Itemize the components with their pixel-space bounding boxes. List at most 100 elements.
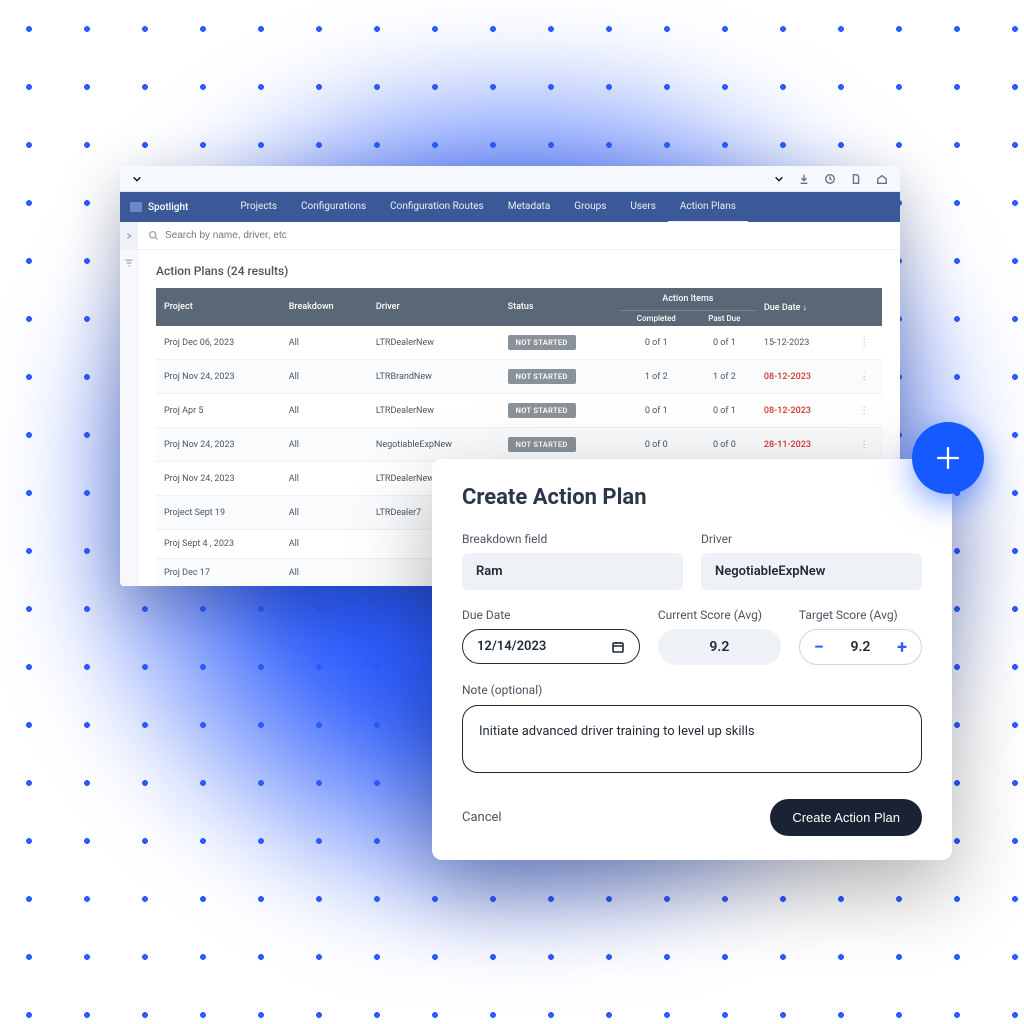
table-row[interactable]: Proj Nov 24, 2023AllLTRBrandNewNOT START…: [156, 360, 882, 394]
cell-breakdown: All: [281, 428, 368, 462]
cell-project: Proj Dec 17: [156, 559, 281, 587]
cell-completed: 0 of 1: [620, 326, 693, 360]
col-status[interactable]: Status: [500, 288, 620, 326]
row-menu-icon[interactable]: ⋮: [846, 394, 882, 428]
download-icon[interactable]: [798, 173, 810, 185]
driver-value: NegotiableExpNew: [701, 553, 922, 590]
nav-groups[interactable]: Groups: [562, 192, 618, 223]
breakdown-value: Ram: [462, 553, 683, 590]
nav-metadata[interactable]: Metadata: [496, 192, 563, 223]
left-gutter: [120, 250, 138, 586]
cell-driver: NegotiableExpNew: [368, 428, 500, 462]
create-fab[interactable]: [912, 422, 984, 494]
col-past-due[interactable]: Past Due: [693, 311, 756, 327]
cell-project: Proj Nov 24, 2023: [156, 360, 281, 394]
create-action-plan-dialog: Create Action Plan Breakdown field Ram D…: [432, 459, 952, 860]
nav-users[interactable]: Users: [618, 192, 668, 223]
cell-due-date: 15-12-2023: [756, 326, 846, 360]
cell-project: Proj Apr 5: [156, 394, 281, 428]
col-action-items: Action Items: [620, 288, 756, 311]
cell-project: Proj Sept 4 , 2023: [156, 530, 281, 559]
cell-breakdown: All: [281, 394, 368, 428]
nav-config-routes[interactable]: Configuration Routes: [378, 192, 496, 223]
window-topbar: [120, 166, 900, 192]
note-input[interactable]: Initiate advanced driver training to lev…: [462, 705, 922, 773]
cell-project: Project Sept 19: [156, 496, 281, 530]
note-label: Note (optional): [462, 683, 922, 697]
cell-breakdown: All: [281, 496, 368, 530]
home-icon[interactable]: [876, 173, 888, 185]
current-score-label: Current Score (Avg): [658, 608, 781, 622]
brand-logo-icon: [130, 202, 142, 212]
search-wrap: [138, 230, 900, 241]
table-row[interactable]: Proj Dec 06, 2023AllLTRDealerNewNOT STAR…: [156, 326, 882, 360]
cell-past-due: 0 of 0: [693, 428, 756, 462]
chevron-down-icon[interactable]: [132, 174, 142, 184]
target-score-stepper[interactable]: − 9.2 +: [799, 629, 922, 665]
cell-status: NOT STARTED: [500, 326, 620, 360]
submit-button[interactable]: Create Action Plan: [770, 799, 922, 836]
driver-label: Driver: [701, 532, 922, 546]
cell-breakdown: All: [281, 462, 368, 496]
main-nav: Spotlight Projects Configurations Config…: [120, 192, 900, 222]
calendar-icon: [611, 640, 625, 654]
nav-configurations[interactable]: Configurations: [289, 192, 378, 223]
target-score-value: 9.2: [850, 639, 870, 655]
cell-past-due: 0 of 1: [693, 326, 756, 360]
document-icon[interactable]: [850, 173, 862, 185]
col-driver[interactable]: Driver: [368, 288, 500, 326]
cell-project: Proj Dec 06, 2023: [156, 326, 281, 360]
cell-breakdown: All: [281, 360, 368, 394]
cell-completed: 1 of 2: [620, 360, 693, 394]
duedate-value: 12/14/2023: [477, 639, 546, 654]
chevron-down-icon[interactable]: [774, 174, 784, 184]
row-menu-icon[interactable]: ⋮: [846, 428, 882, 462]
cancel-button[interactable]: Cancel: [462, 810, 502, 825]
toolbar: [120, 222, 900, 250]
stepper-minus[interactable]: −: [810, 638, 828, 656]
search-input[interactable]: [165, 230, 890, 241]
table-row[interactable]: Proj Apr 5AllLTRDealerNewNOT STARTED0 of…: [156, 394, 882, 428]
col-completed[interactable]: Completed: [620, 311, 693, 327]
cell-driver: LTRDealerNew: [368, 326, 500, 360]
cell-status: NOT STARTED: [500, 428, 620, 462]
cell-driver: LTRBrandNew: [368, 360, 500, 394]
row-menu-icon[interactable]: ⋮: [846, 360, 882, 394]
table-row[interactable]: Proj Nov 24, 2023AllNegotiableExpNewNOT …: [156, 428, 882, 462]
cell-status: NOT STARTED: [500, 360, 620, 394]
note-value: Initiate advanced driver training to lev…: [479, 724, 755, 739]
duedate-input[interactable]: 12/14/2023: [462, 629, 640, 664]
cell-due-date: 28-11-2023: [756, 428, 846, 462]
clock-icon[interactable]: [824, 173, 836, 185]
cell-completed: 0 of 0: [620, 428, 693, 462]
cell-status: NOT STARTED: [500, 394, 620, 428]
row-menu-icon[interactable]: ⋮: [846, 326, 882, 360]
cell-breakdown: All: [281, 326, 368, 360]
nav-projects[interactable]: Projects: [228, 192, 289, 223]
cell-due-date: 08-12-2023: [756, 394, 846, 428]
col-due-date[interactable]: Due Date ↓: [756, 288, 846, 326]
nav-action-plans[interactable]: Action Plans: [668, 192, 748, 223]
current-score-value: 9.2: [658, 629, 781, 665]
cell-driver: LTRDealerNew: [368, 394, 500, 428]
cell-breakdown: All: [281, 559, 368, 587]
plus-icon: [933, 443, 963, 473]
cell-project: Proj Nov 24, 2023: [156, 462, 281, 496]
breakdown-label: Breakdown field: [462, 532, 683, 546]
cell-past-due: 1 of 2: [693, 360, 756, 394]
dialog-title: Create Action Plan: [462, 485, 922, 510]
sidebar-collapse-handle[interactable]: [120, 222, 138, 249]
cell-project: Proj Nov 24, 2023: [156, 428, 281, 462]
cell-past-due: 0 of 1: [693, 394, 756, 428]
brand[interactable]: Spotlight: [130, 202, 188, 213]
search-icon: [148, 230, 159, 241]
list-title: Action Plans (24 results): [156, 264, 882, 278]
col-breakdown[interactable]: Breakdown: [281, 288, 368, 326]
filter-icon[interactable]: [124, 258, 134, 268]
cell-breakdown: All: [281, 530, 368, 559]
brand-label: Spotlight: [148, 202, 188, 213]
cell-due-date: 08-12-2023: [756, 360, 846, 394]
stepper-plus[interactable]: +: [893, 638, 911, 656]
col-project[interactable]: Project: [156, 288, 281, 326]
cell-completed: 0 of 1: [620, 394, 693, 428]
